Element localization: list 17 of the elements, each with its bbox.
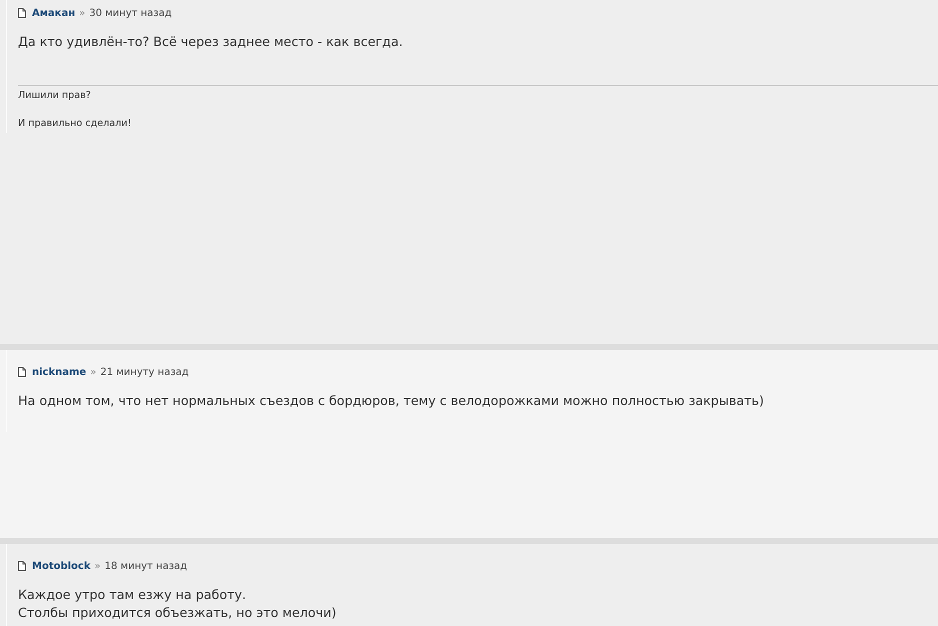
post-time: 21 минуту назад — [100, 366, 189, 378]
author-link[interactable]: Амакан — [32, 8, 76, 18]
author-link[interactable]: nickname — [32, 366, 86, 378]
signature-text: И правильно сделали! — [18, 117, 132, 130]
post-text: На одном том, что нет нормальных съездов с бордюров, тему с велодорожками можно полностью закрывать) — [18, 392, 765, 410]
author-link[interactable]: Motoblock — [32, 560, 91, 572]
page-icon — [18, 367, 26, 377]
post-time: 30 минут назад — [89, 8, 172, 18]
page-icon — [18, 561, 26, 571]
post-text: Каждое утро там езжу на работу. Столбы приходится объезжать, но это мелочи) — [18, 586, 338, 622]
page-icon — [18, 8, 26, 18]
separator-mark: » — [79, 8, 86, 18]
post-time: 18 минут назад — [104, 560, 188, 572]
separator-mark: » — [94, 560, 101, 572]
signature-text: Лишили прав? — [18, 89, 92, 102]
post-text: Да кто удивлён-то? Всё через заднее место - как всегда. — [18, 33, 404, 51]
separator-mark: » — [90, 366, 96, 378]
